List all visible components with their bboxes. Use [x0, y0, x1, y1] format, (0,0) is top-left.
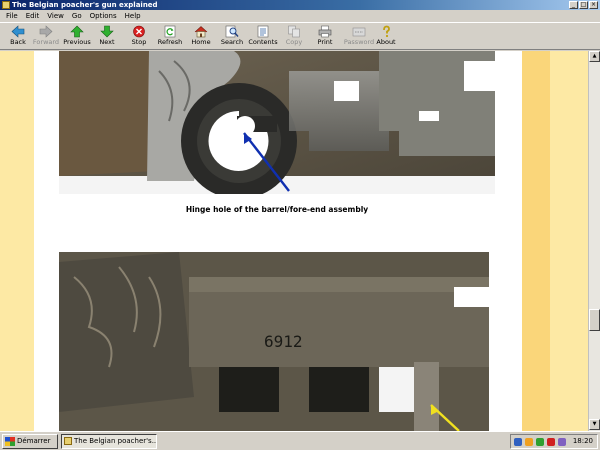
security-icon[interactable] [547, 438, 555, 446]
next-button[interactable]: Next [89, 24, 125, 50]
menu-file[interactable]: File [2, 12, 22, 20]
volume-icon[interactable] [514, 438, 522, 446]
caption-hinge-hole: Hinge hole of the barrel/fore-end assemb… [185, 205, 369, 214]
taskbar: Démarrer The Belgian poacher's... 18:20 [0, 431, 600, 450]
next-label: Next [99, 38, 115, 46]
photo-hinge-hole [59, 51, 495, 194]
start-button[interactable]: Démarrer [2, 434, 58, 449]
app-icon [64, 437, 72, 445]
scroll-up-button[interactable]: ▲ [589, 51, 600, 62]
home-icon [194, 26, 208, 38]
system-tray: 18:20 [510, 434, 598, 449]
taskbar-item-label: The Belgian poacher's... [74, 437, 157, 445]
about-button[interactable]: About [368, 24, 404, 50]
toolbar: Back Forward Previous Next Stop Refresh … [0, 22, 600, 50]
previous-arrow-icon [70, 25, 84, 38]
page-border-right-dark [522, 51, 550, 431]
scroll-thumb[interactable] [589, 309, 600, 331]
photo-action-closeup: 6912 [59, 237, 495, 431]
scroll-down-button[interactable]: ▼ [589, 419, 600, 430]
menu-bar: File Edit View Go Options Help [0, 10, 600, 22]
vertical-scrollbar[interactable]: ▲ ▼ [588, 51, 600, 431]
contents-icon [257, 25, 269, 38]
document-viewport[interactable]: Hinge hole of the barrel/fore-end assemb… [0, 51, 588, 431]
password-icon [352, 27, 366, 37]
page-border-right-light [550, 51, 588, 431]
photo-engraving-serial: 6912 [264, 332, 303, 351]
copy-icon [288, 25, 300, 38]
start-label: Démarrer [17, 437, 51, 445]
forward-arrow-icon [39, 25, 53, 38]
taskbar-item-browser[interactable]: The Belgian poacher's... [61, 434, 157, 449]
photo-action-closeup-illustration: 6912 [59, 237, 495, 431]
menu-go[interactable]: Go [68, 12, 86, 20]
about-label: About [376, 38, 396, 46]
windows-flag-icon [5, 437, 15, 446]
stop-icon [133, 25, 145, 38]
refresh-icon [164, 25, 176, 38]
menu-options[interactable]: Options [86, 12, 121, 20]
menu-help[interactable]: Help [121, 12, 145, 20]
tray-app-icon[interactable] [558, 438, 566, 446]
close-button[interactable]: × [589, 1, 598, 9]
window-title: The Belgian poacher's gun explained [12, 1, 158, 9]
next-arrow-icon [100, 25, 114, 38]
search-icon [225, 25, 239, 38]
antivirus-icon[interactable] [536, 438, 544, 446]
minimize-button[interactable]: _ [569, 1, 578, 9]
menu-view[interactable]: View [43, 12, 68, 20]
print-icon [318, 25, 332, 38]
page-border-left [0, 51, 34, 431]
back-arrow-icon [11, 25, 25, 38]
print-button[interactable]: Print [307, 24, 343, 50]
menu-edit[interactable]: Edit [22, 12, 44, 20]
about-icon [383, 25, 390, 38]
app-icon [2, 1, 10, 9]
photo-hinge-hole-illustration [59, 51, 495, 194]
print-label: Print [317, 38, 333, 46]
title-bar: The Belgian poacher's gun explained _ □ … [0, 0, 600, 10]
network-icon[interactable] [525, 438, 533, 446]
maximize-button[interactable]: □ [579, 1, 588, 9]
clock: 18:20 [572, 437, 593, 445]
